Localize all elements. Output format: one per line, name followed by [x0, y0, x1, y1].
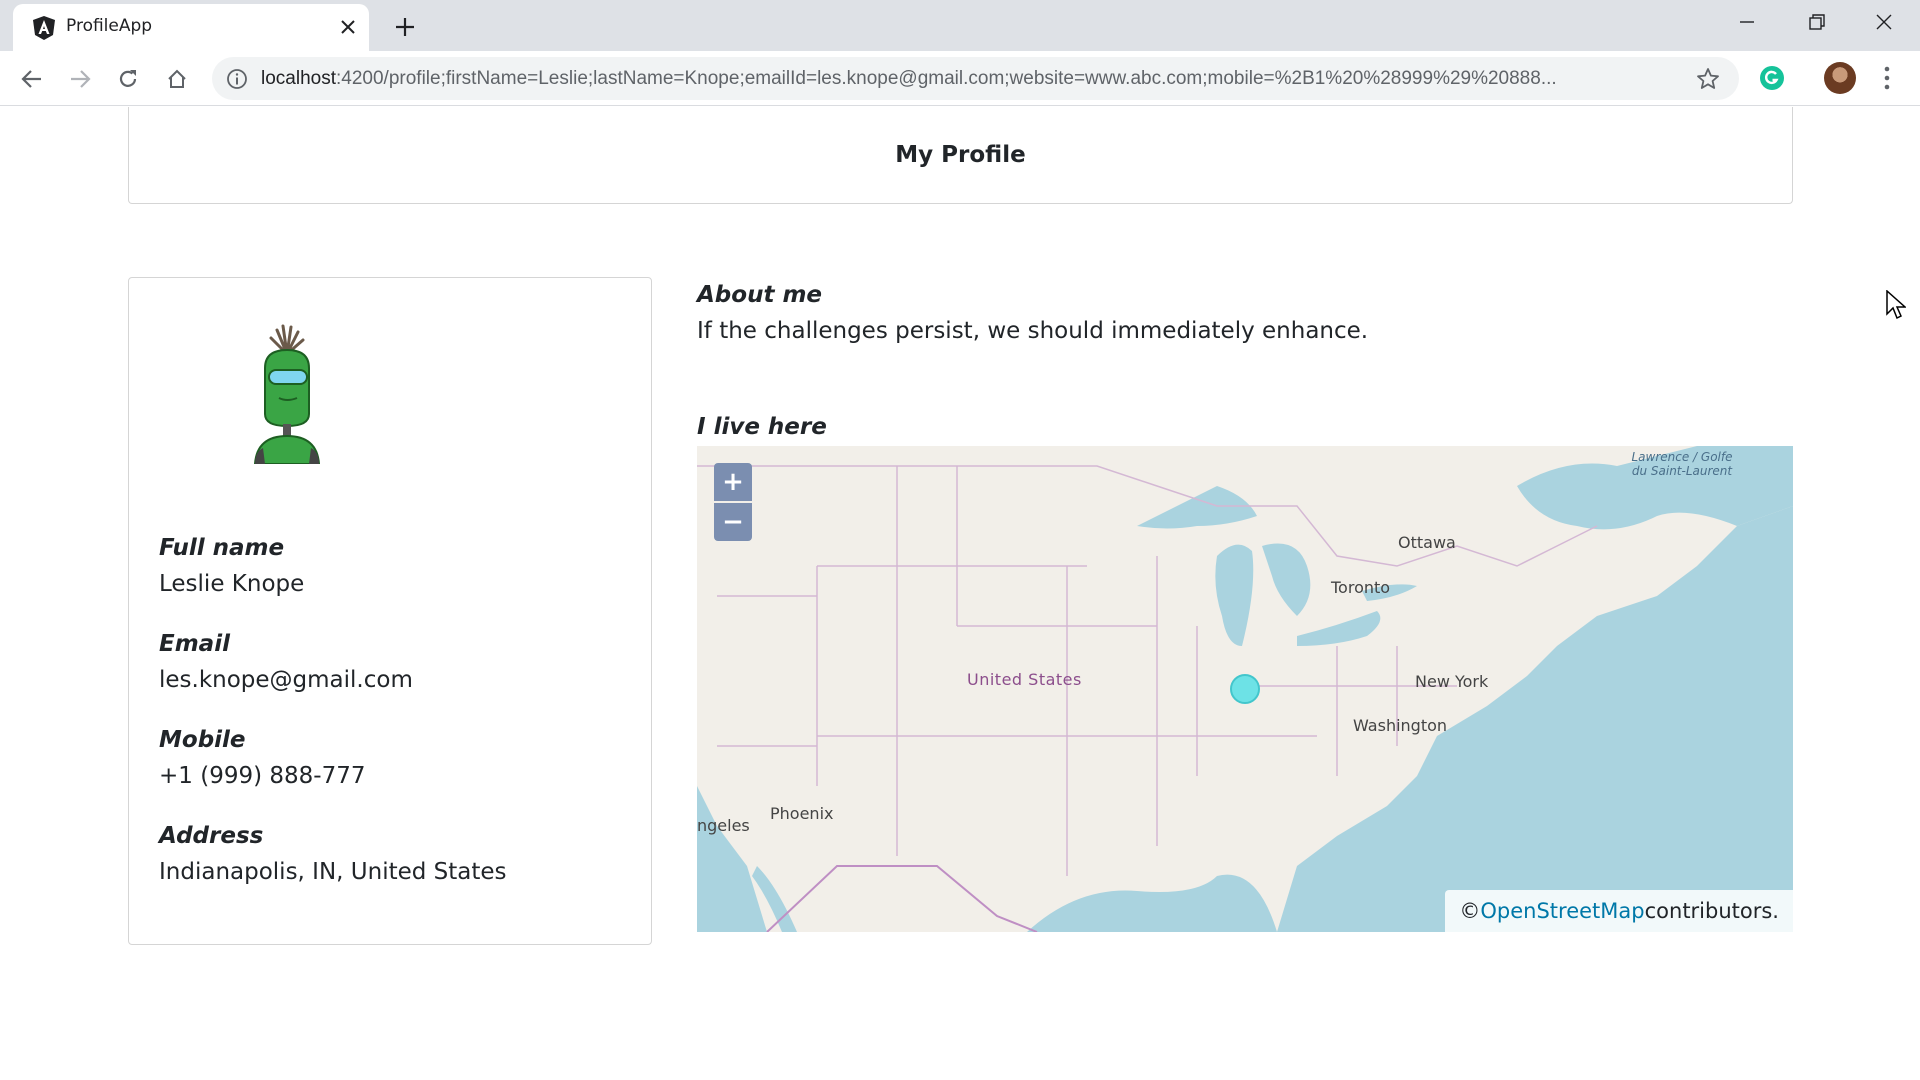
- browser-tab[interactable]: ProfileApp: [13, 4, 369, 51]
- mobile-label: Mobile: [159, 727, 246, 753]
- forward-icon[interactable]: [63, 62, 97, 96]
- close-tab-icon[interactable]: [335, 14, 361, 40]
- kebab-menu-icon[interactable]: [1874, 63, 1900, 93]
- field-full-name: Full name Leslie Knope: [159, 535, 304, 597]
- attribution-suffix: contributors.: [1644, 899, 1779, 923]
- i-live-here-label: I live here: [697, 414, 827, 440]
- robot-avatar-icon: [253, 324, 321, 464]
- mobile-value: +1 (999) 888-777: [159, 763, 366, 789]
- attribution-prefix: ©: [1459, 899, 1481, 923]
- profile-card: Full name Leslie Knope Email les.knope@g…: [128, 277, 652, 945]
- address-bar[interactable]: localhost:4200/profile;firstName=Leslie;…: [212, 57, 1739, 100]
- bookmark-star-icon[interactable]: [1696, 67, 1720, 91]
- label-toronto: Toronto: [1331, 578, 1391, 597]
- field-address: Address Indianapolis, IN, United States: [159, 823, 507, 885]
- about-me-text: If the challenges persist, we should imm…: [697, 318, 1369, 344]
- zoom-out-button[interactable]: −: [714, 503, 752, 541]
- page-title: My Profile: [895, 142, 1026, 168]
- page-header: My Profile: [128, 107, 1793, 204]
- location-map[interactable]: United States Ottawa Toronto New York Wa…: [697, 446, 1793, 932]
- browser-toolbar: localhost:4200/profile;firstName=Leslie;…: [0, 51, 1920, 106]
- angular-icon: [33, 16, 55, 40]
- label-new-york: New York: [1415, 672, 1489, 691]
- home-icon[interactable]: [160, 62, 194, 96]
- page-content: My Profile Full name Leslie Knope Email …: [0, 107, 1920, 1080]
- address-label: Address: [159, 823, 264, 849]
- location-marker[interactable]: [1230, 674, 1260, 704]
- info-icon[interactable]: [226, 68, 248, 90]
- field-mobile: Mobile +1 (999) 888-777: [159, 727, 365, 789]
- profile-avatar[interactable]: [1824, 62, 1856, 94]
- full-name-label: Full name: [159, 535, 285, 561]
- label-washington: Washington: [1353, 716, 1448, 735]
- new-tab-icon[interactable]: [390, 12, 420, 42]
- email-value: les.knope@gmail.com: [159, 667, 413, 693]
- tab-title: ProfileApp: [66, 16, 153, 36]
- restore-icon[interactable]: [1786, 0, 1848, 44]
- close-window-icon[interactable]: [1853, 0, 1915, 44]
- tab-strip: ProfileApp: [0, 0, 1920, 51]
- back-icon[interactable]: [15, 62, 49, 96]
- about-me-label: About me: [697, 282, 823, 308]
- map-attribution: © OpenStreetMap contributors.: [1445, 890, 1793, 932]
- reload-icon[interactable]: [111, 62, 145, 96]
- label-ottawa: Ottawa: [1398, 533, 1456, 552]
- url-text: localhost:4200/profile;firstName=Leslie;…: [261, 68, 1557, 89]
- label-phoenix: Phoenix: [770, 804, 834, 823]
- mouse-cursor-icon: [1886, 290, 1906, 320]
- label-united-states: United States: [967, 670, 1082, 689]
- label-saint-laurent: Lawrence / Golfe du Saint-Laurent: [1631, 450, 1733, 478]
- address-value: Indianapolis, IN, United States: [159, 859, 507, 885]
- openstreetmap-link[interactable]: OpenStreetMap: [1480, 899, 1644, 923]
- grammarly-icon[interactable]: [1759, 65, 1785, 91]
- label-los-angeles: ngeles: [697, 816, 750, 835]
- minimize-icon[interactable]: [1716, 0, 1778, 44]
- zoom-in-button[interactable]: +: [714, 463, 752, 501]
- field-email: Email les.knope@gmail.com: [159, 631, 413, 693]
- email-label: Email: [159, 631, 230, 657]
- full-name-value: Leslie Knope: [159, 571, 305, 597]
